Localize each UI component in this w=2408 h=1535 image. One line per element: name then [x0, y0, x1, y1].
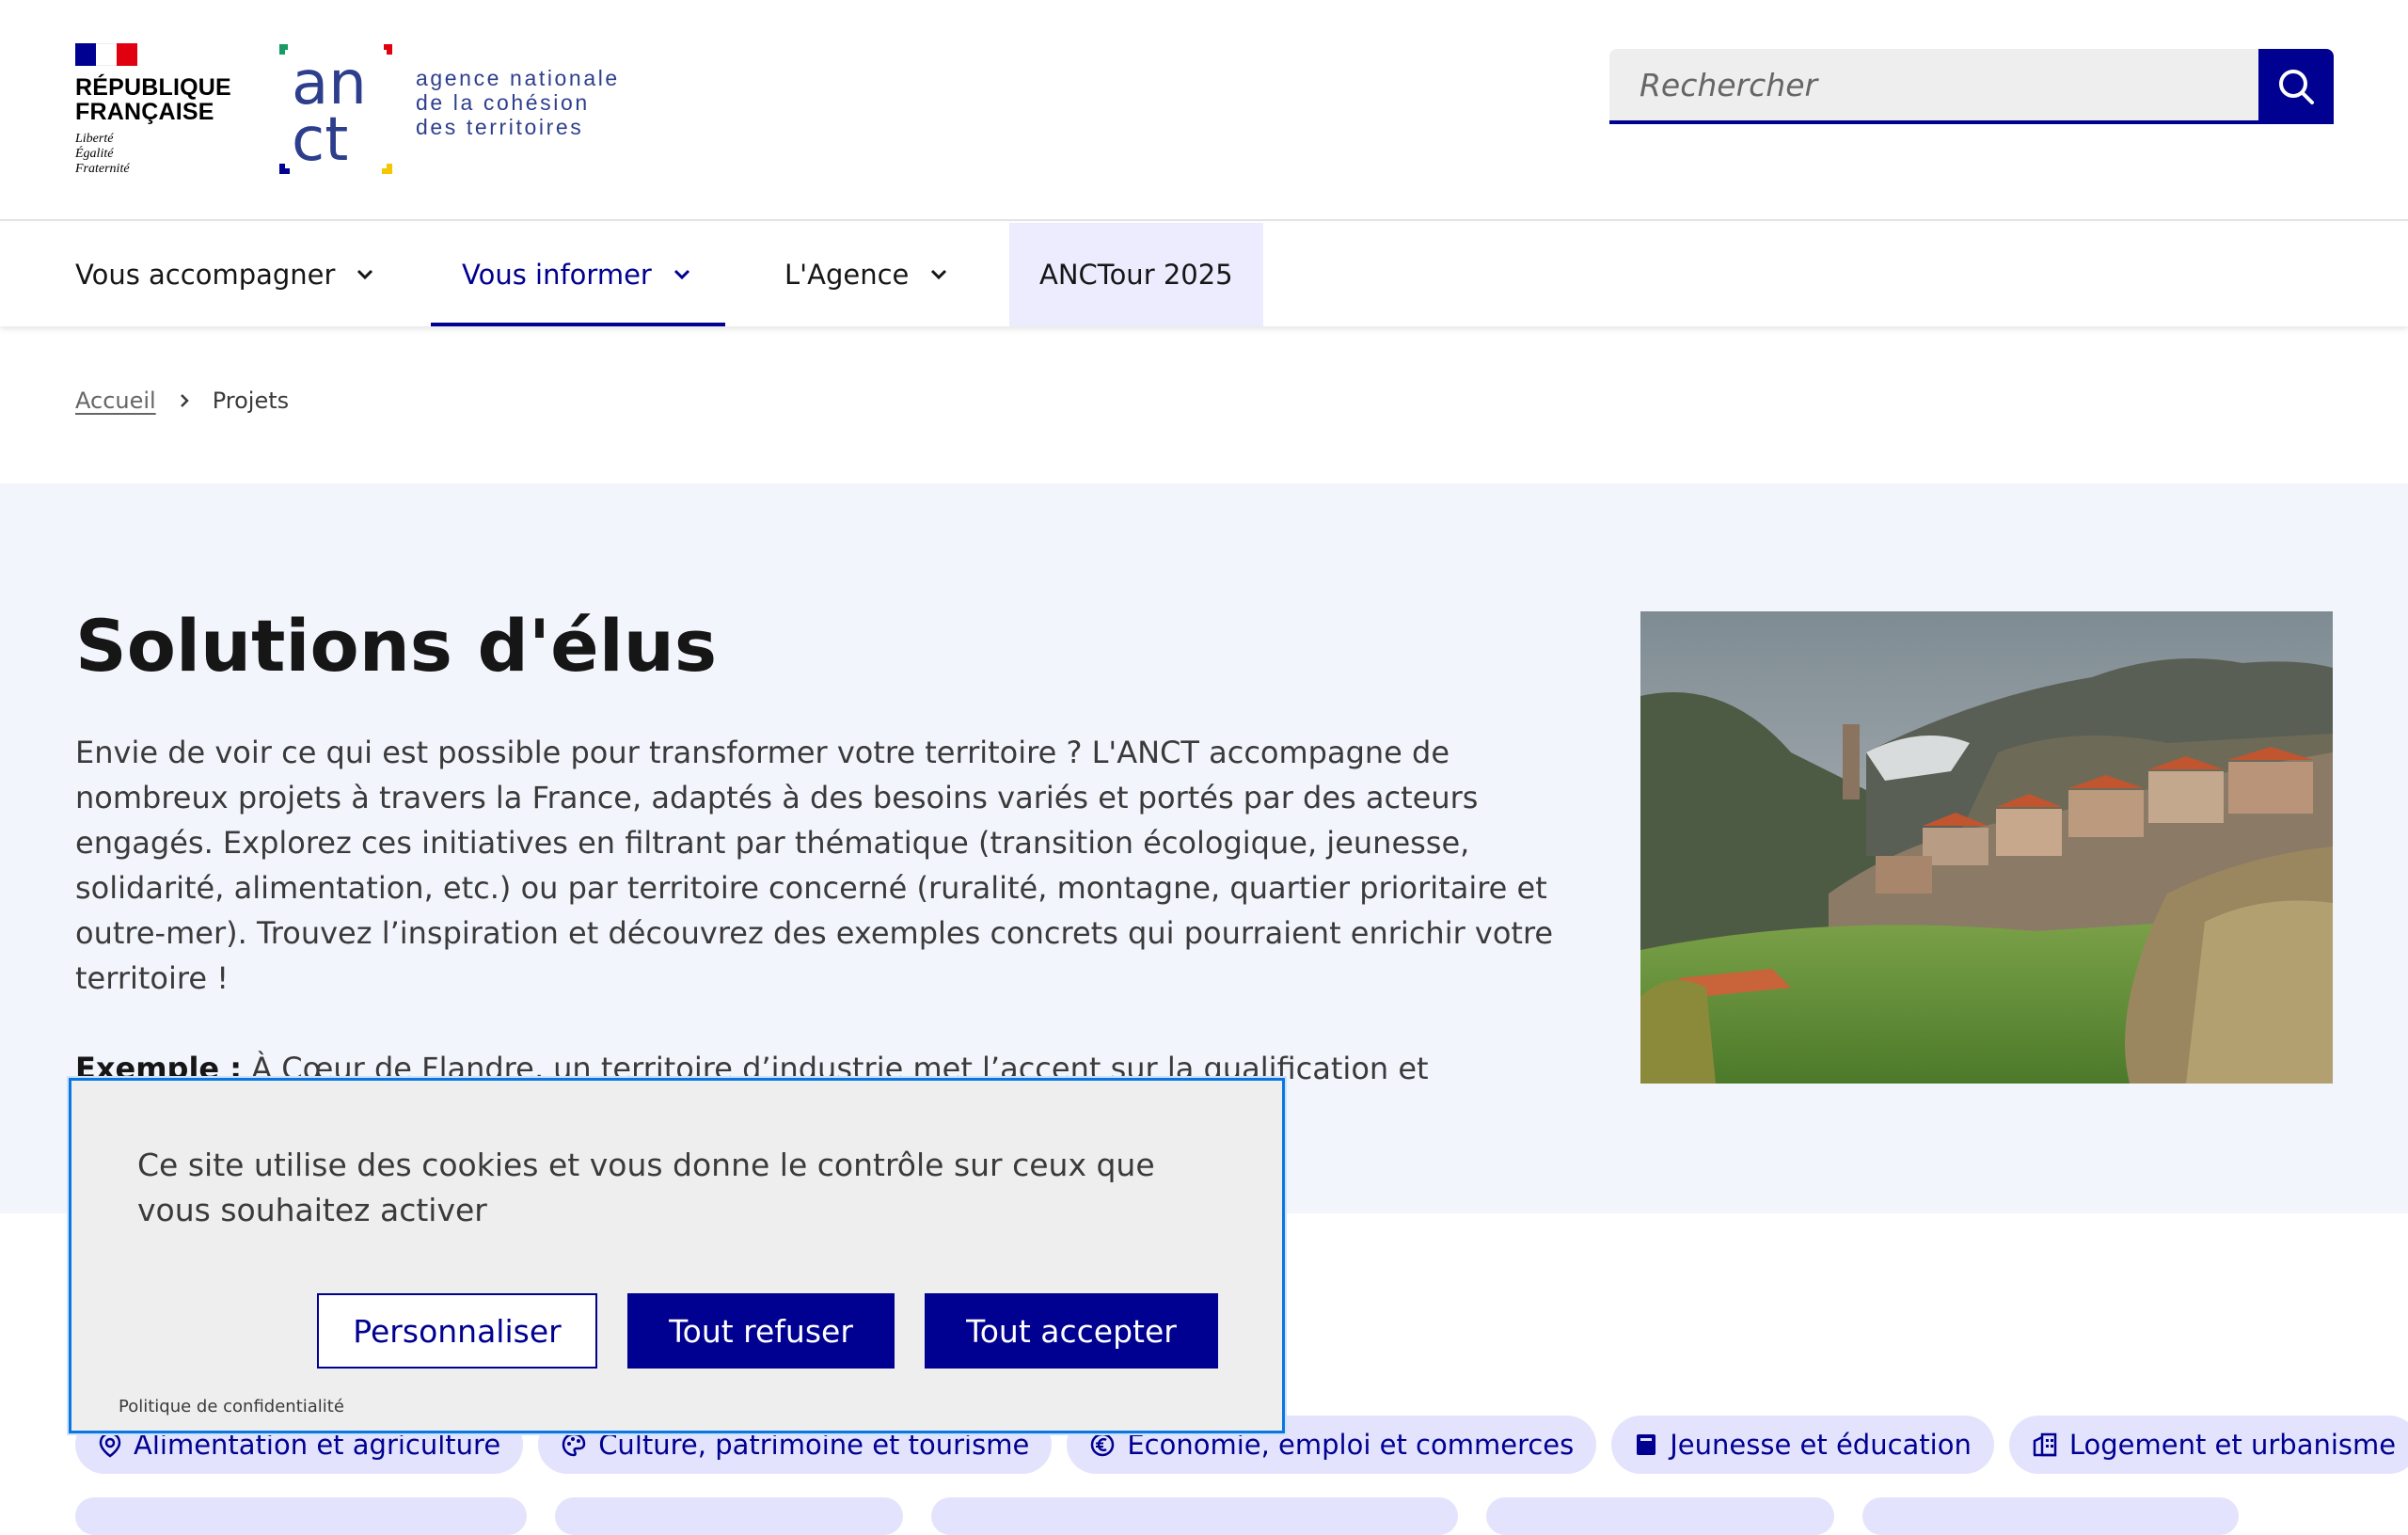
search-input[interactable] [1609, 49, 2258, 124]
privacy-policy-link[interactable]: Politique de confidentialité [119, 1397, 344, 1416]
motto-fraternite: Fraternité [75, 162, 130, 176]
gov-motto: Liberté Égalité Fraternité [75, 132, 226, 177]
motto-egalite: Égalité [75, 147, 114, 161]
tag-label: Économie, emploi et commerces [1127, 1429, 1575, 1461]
nav-item-anctour[interactable]: ANCTour 2025 [1009, 223, 1263, 326]
tag-partial[interactable] [931, 1497, 1458, 1535]
tag-label: Alimentation et agriculture [134, 1429, 501, 1461]
tag-label: Logement et urbanisme [2068, 1429, 2397, 1461]
gov-name-line1: RÉPUBLIQUE [75, 74, 231, 101]
euro-icon [1089, 1432, 1116, 1458]
breadcrumb: Accueil Projets [75, 388, 289, 414]
agency-name-line1: agence nationale [416, 66, 620, 90]
refuse-all-button[interactable]: Tout refuser [627, 1293, 895, 1369]
nav-item-label: ANCTour 2025 [1039, 259, 1233, 291]
agency-name: agence nationale de la cohésion des terr… [416, 66, 620, 139]
chevron-right-icon [179, 392, 190, 409]
tag-label: Jeunesse et éducation [1670, 1429, 1972, 1461]
map-pin-icon [98, 1432, 122, 1458]
nav-item-agence[interactable]: L'Agence [784, 223, 948, 326]
republique-francaise-logo[interactable]: RÉPUBLIQUE FRANÇAISE Liberté Égalité Fra… [75, 43, 231, 177]
nav-item-label: L'Agence [784, 259, 910, 291]
tag-label: Culture, patrimoine et tourisme [598, 1429, 1030, 1461]
search-icon [2279, 70, 2314, 104]
tag-partial[interactable] [1486, 1497, 1834, 1535]
theme-tags-row2 [75, 1497, 2239, 1535]
cookie-banner: Ce site utilise des cookies et vous donn… [67, 1076, 1287, 1435]
agency-name-line3: des territoires [416, 115, 584, 139]
anct-logo[interactable]: an ct [278, 43, 393, 175]
chevron-down-icon [673, 268, 691, 281]
french-flag-icon [75, 43, 137, 66]
tag-jeunesse[interactable]: Jeunesse et éducation [1611, 1416, 1994, 1474]
chevron-down-icon [356, 268, 374, 281]
breadcrumb-current: Projets [212, 388, 290, 414]
gov-name-line2: FRANÇAISE [75, 99, 214, 125]
agency-name-line2: de la cohésion [416, 90, 590, 115]
chevron-down-icon [929, 268, 948, 281]
nav-item-label: Vous informer [462, 259, 652, 291]
main-nav: Vous accompagner Vous informer L'Agence … [0, 223, 2408, 326]
nav-item-label: Vous accompagner [75, 259, 336, 291]
palette-icon [561, 1432, 587, 1458]
cookie-message: Ce site utilise des cookies et vous donn… [137, 1147, 1155, 1228]
site-header: RÉPUBLIQUE FRANÇAISE Liberté Égalité Fra… [0, 0, 2408, 221]
hero-landscape-image [1640, 611, 2333, 1084]
page-title: Solutions d'élus [75, 604, 718, 688]
breadcrumb-home-link[interactable]: Accueil [75, 388, 156, 414]
book-icon [1634, 1432, 1658, 1458]
motto-liberte: Liberté [75, 132, 114, 146]
nav-item-vous-informer[interactable]: Vous informer [431, 223, 725, 326]
cookie-actions: Personnaliser Tout refuser Tout accepter [317, 1293, 1218, 1369]
tag-partial[interactable] [555, 1497, 903, 1535]
customize-cookies-button[interactable]: Personnaliser [317, 1293, 597, 1369]
anct-logo-ct: ct [292, 105, 348, 175]
search-bar [1609, 49, 2334, 124]
nav-item-vous-accompagner[interactable]: Vous accompagner [75, 223, 374, 326]
hero-intro: Envie de voir ce qui est possible pour t… [75, 735, 1554, 996]
accept-all-button[interactable]: Tout accepter [925, 1293, 1218, 1369]
tag-logement[interactable]: Logement et urbanisme [2008, 1416, 2408, 1474]
tag-partial[interactable] [1862, 1497, 2239, 1535]
building-icon [2032, 1432, 2058, 1458]
search-button[interactable] [2258, 49, 2334, 124]
tag-partial[interactable] [75, 1497, 527, 1535]
